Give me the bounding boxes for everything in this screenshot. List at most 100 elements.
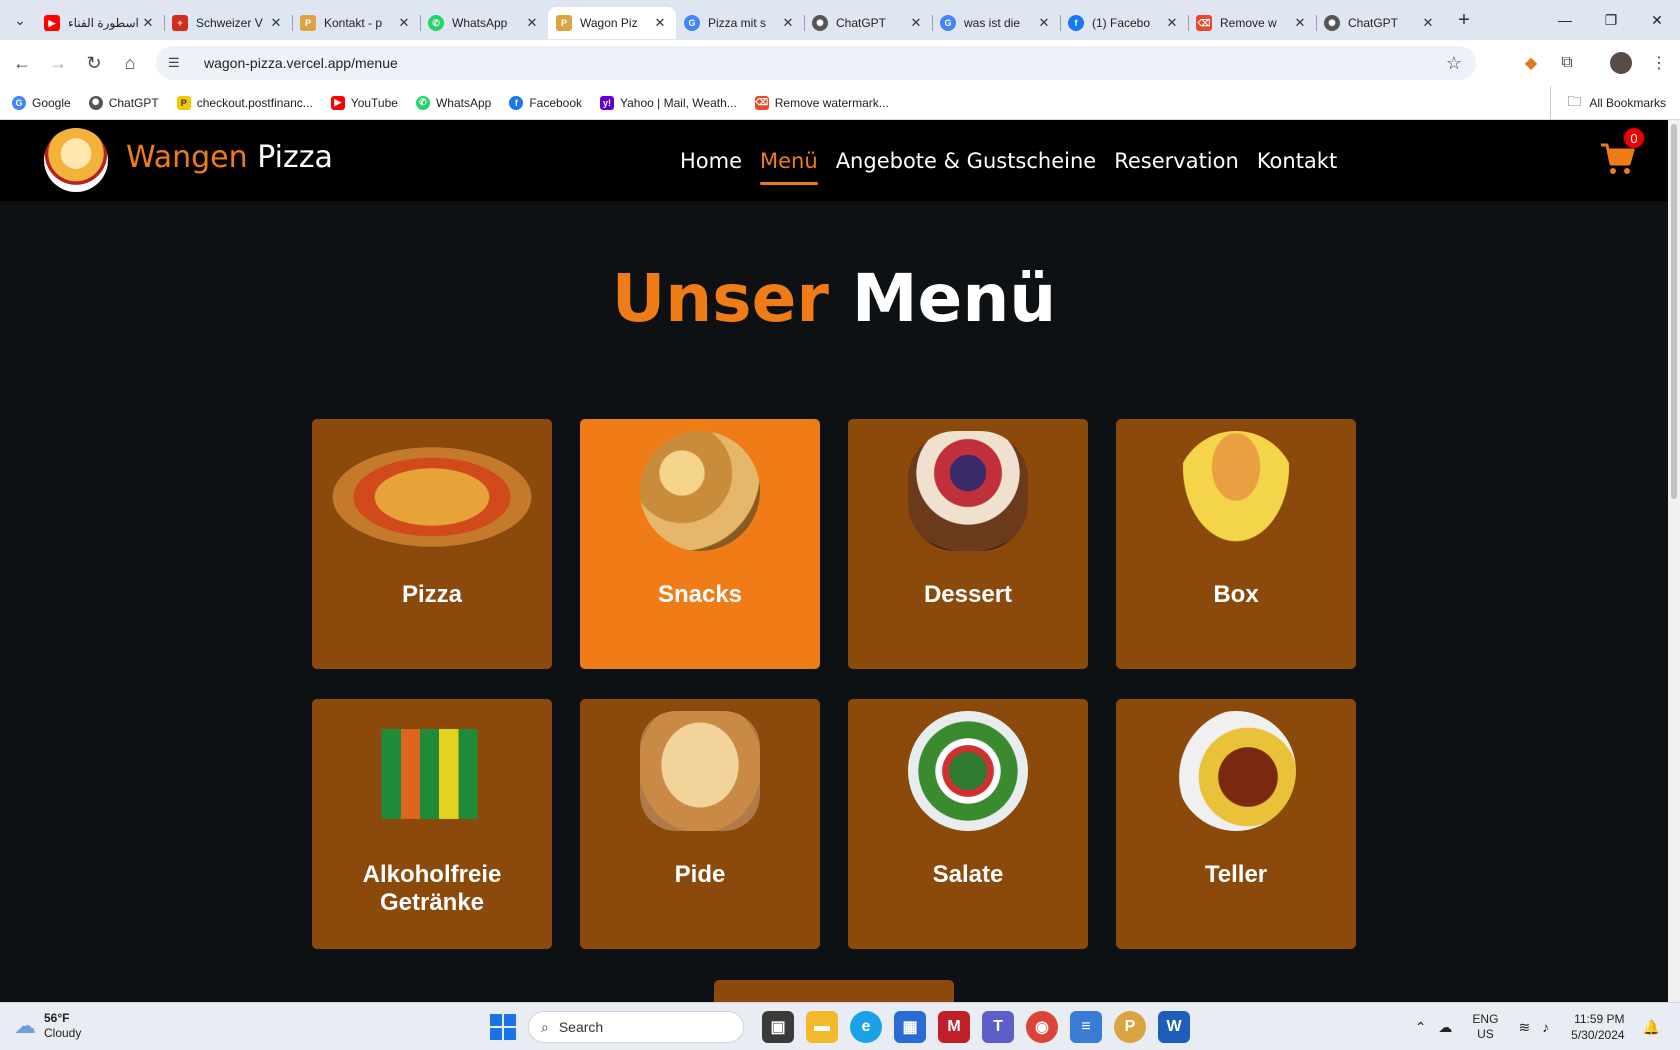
bookmark-youtube[interactable]: ▶ YouTube [330, 95, 398, 110]
language-indicator[interactable]: ENG US [1472, 1012, 1498, 1042]
browser-menu-icon[interactable]: ⋮ [1644, 48, 1674, 78]
file-explorer-icon[interactable]: ▬ [806, 1011, 838, 1043]
browser-tab[interactable]: ⌫ Remove w ✕ [1188, 7, 1316, 39]
browser-tab[interactable]: Gwas ist die ✕ [932, 7, 1060, 39]
nav-home[interactable]: Home [680, 143, 742, 179]
nav-reservation[interactable]: Reservation [1114, 143, 1239, 179]
close-tab-icon[interactable]: ✕ [140, 15, 156, 31]
notepad-icon[interactable]: ≡ [1070, 1011, 1102, 1043]
google-icon: G [940, 15, 956, 31]
browser-tab[interactable]: ✺ ChatGPT ✕ [1316, 7, 1444, 39]
browser-tab[interactable]: ✆ WhatsApp ✕ [420, 7, 548, 39]
category-card-snacks[interactable]: Snacks [580, 419, 820, 669]
category-card-partial[interactable] [714, 980, 954, 1002]
browser-tab[interactable]: G Pizza mit s ✕ [676, 7, 804, 39]
bookmark-label: Remove watermark... [774, 95, 889, 110]
category-card-box[interactable]: Box [1116, 419, 1356, 669]
profile-avatar[interactable] [1606, 48, 1636, 78]
close-window-icon[interactable]: ✕ [1634, 0, 1680, 40]
browser-tab[interactable]: ▶ اسطورة الفناء ✕ [36, 7, 164, 39]
word-icon[interactable]: W [1158, 1011, 1190, 1043]
reload-icon[interactable]: ↻ [76, 45, 112, 81]
new-tab-button[interactable]: + [1450, 6, 1478, 34]
browser-tab[interactable]: + Schweizer V ✕ [164, 7, 292, 39]
close-tab-icon[interactable]: ✕ [908, 15, 924, 31]
back-icon[interactable]: ← [4, 45, 40, 81]
postfinance-icon: P [176, 95, 191, 110]
plate-image [1176, 711, 1296, 831]
nav-contact[interactable]: Kontakt [1257, 143, 1337, 179]
url-text[interactable]: wagon-pizza.vercel.app/menue [204, 55, 398, 71]
bookmark-chatgpt[interactable]: ✺ ChatGPT [88, 95, 159, 110]
close-tab-icon[interactable]: ✕ [396, 15, 412, 31]
all-bookmarks-label: All Bookmarks [1589, 96, 1666, 110]
bookmark-label: YouTube [350, 95, 398, 110]
tab-search-chevron-icon[interactable]: ⌄ [4, 6, 36, 34]
metamask-extension-icon[interactable]: ◆ [1516, 48, 1546, 78]
close-tab-icon[interactable]: ✕ [524, 15, 540, 31]
category-card-teller[interactable]: Teller [1116, 699, 1356, 949]
extensions-puzzle-icon[interactable]: ⧉ [1552, 48, 1582, 78]
bookmark-remove-watermark[interactable]: ⌫ Remove watermark... [754, 95, 889, 110]
home-icon[interactable]: ⌂ [112, 45, 148, 81]
bookmark-postfinance[interactable]: Pcheckout.postfinanc... [176, 95, 313, 110]
minimize-icon[interactable]: — [1542, 0, 1588, 40]
bookmark-yahoo[interactable]: y! Yahoo | Mail, Weath... [600, 95, 737, 110]
nav-menu[interactable]: Menü [760, 143, 818, 185]
store-icon[interactable]: ▦ [894, 1011, 926, 1043]
close-tab-icon[interactable]: ✕ [652, 15, 668, 31]
onedrive-icon[interactable]: ☁ [1438, 1019, 1452, 1036]
search-icon: ⌕ [541, 1018, 549, 1035]
close-tab-icon[interactable]: ✕ [268, 15, 284, 31]
chrome-icon[interactable]: ◉ [1026, 1011, 1058, 1043]
site-info-icon[interactable]: ☰ [168, 55, 188, 71]
browser-tab-active[interactable]: P Wagon Piz ✕ [548, 7, 676, 39]
pizza-image [332, 447, 532, 547]
category-card-pide[interactable]: Pide [580, 699, 820, 949]
browser-tab[interactable]: P Kontakt - p ✕ [292, 7, 420, 39]
browser-tab[interactable]: f (1) Facebo ✕ [1060, 7, 1188, 39]
mcafee-icon[interactable]: M [938, 1011, 970, 1043]
nav-offers-vouchers[interactable]: Angebote & Gustscheine [836, 143, 1097, 179]
bookmark-star-icon[interactable]: ☆ [1446, 53, 1462, 74]
brand-name[interactable]: Wangen Pizza [126, 140, 333, 175]
category-card-drinks[interactable]: Alkoholfreie Getränke [312, 699, 552, 949]
category-card-dessert[interactable]: Dessert [848, 419, 1088, 669]
page-scrollbar[interactable] [1668, 120, 1680, 1002]
wifi-icon[interactable]: ≋ [1518, 1019, 1530, 1036]
bookmark-facebook[interactable]: f Facebook [509, 95, 582, 110]
swiss-shield-icon: + [172, 15, 188, 31]
edge-icon[interactable]: e [850, 1011, 882, 1043]
scrollbar-thumb[interactable] [1671, 124, 1677, 499]
close-tab-icon[interactable]: ✕ [780, 15, 796, 31]
task-view-icon[interactable]: ▣ [762, 1011, 794, 1043]
close-tab-icon[interactable]: ✕ [1036, 15, 1052, 31]
bookmark-google[interactable]: G Google [12, 95, 71, 110]
browser-tab[interactable]: ✺ ChatGPT ✕ [804, 7, 932, 39]
restore-icon[interactable]: ❐ [1588, 0, 1634, 40]
close-tab-icon[interactable]: ✕ [1164, 15, 1180, 31]
forward-icon[interactable]: → [40, 45, 76, 81]
pizza-chef-logo[interactable] [44, 128, 108, 192]
category-card-salate[interactable]: Salate [848, 699, 1088, 949]
windows-start-icon[interactable] [490, 1014, 516, 1040]
weather-temp: 56°F [44, 1011, 70, 1025]
category-card-pizza[interactable]: Pizza [312, 419, 552, 669]
chatgpt-icon: ✺ [1324, 15, 1340, 31]
close-tab-icon[interactable]: ✕ [1292, 15, 1308, 31]
volume-icon[interactable]: ♪ [1542, 1019, 1549, 1035]
bookmark-whatsapp[interactable]: ✆ WhatsApp [415, 95, 491, 110]
clock[interactable]: 11:59 PM 5/30/2024 [1571, 1011, 1624, 1043]
taskbar-search[interactable]: ⌕ Search [528, 1011, 744, 1043]
pizza-app-icon[interactable]: P [1114, 1011, 1146, 1043]
show-hidden-icons-chevron-icon[interactable]: ⌃ [1415, 1019, 1427, 1036]
close-tab-icon[interactable]: ✕ [1420, 15, 1436, 31]
address-bar[interactable]: ☰ wagon-pizza.vercel.app/menue ☆ [156, 46, 1476, 80]
weather-widget[interactable]: ☁ 56°F Cloudy [14, 1011, 81, 1041]
teams-icon[interactable]: T [982, 1011, 1014, 1043]
tab-title: Pizza mit s [708, 16, 767, 30]
notification-bell-icon[interactable]: 🔔 [1643, 1019, 1660, 1036]
all-bookmarks-button[interactable]: 🗀 All Bookmarks [1550, 86, 1666, 120]
bookmarks-bar: G Google ✺ ChatGPT Pcheckout.postfinanc...… [0, 86, 1680, 120]
tab-title: was ist die [964, 16, 1021, 30]
